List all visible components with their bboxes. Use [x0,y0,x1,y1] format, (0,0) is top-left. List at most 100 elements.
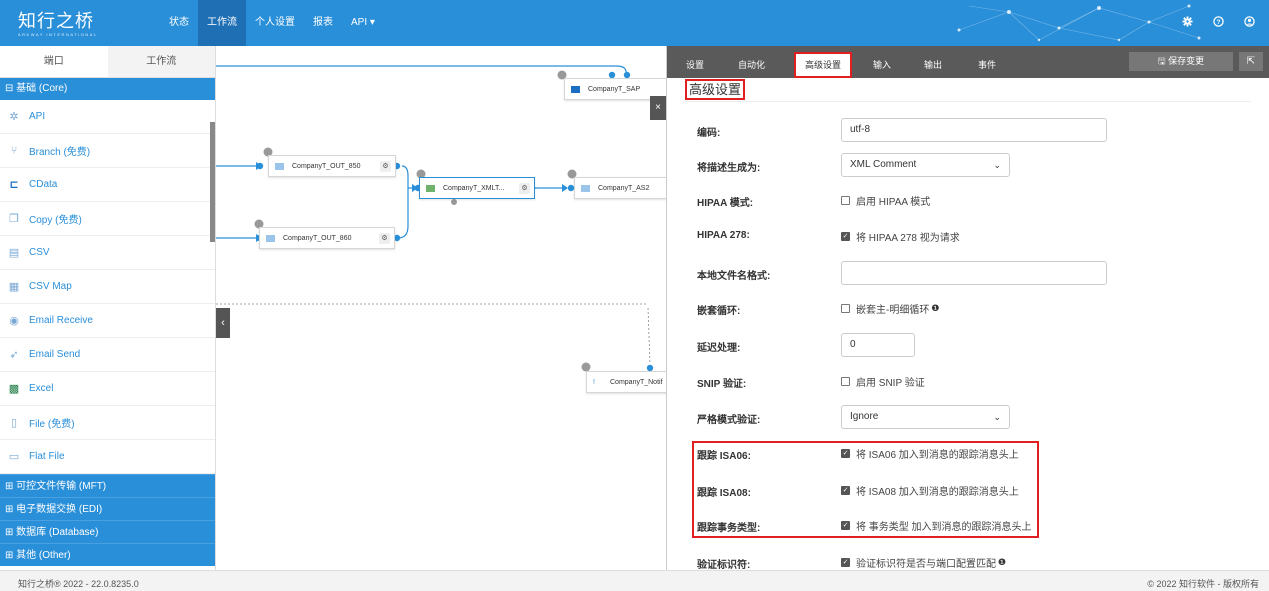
checkbox-box: ✓ [841,557,850,567]
connector-list: ✲ API ⑂ Branch (免费) ⊏ CData ❐ Copy (免费) ▤ CSV ▦ CSV… [0,100,215,474]
category-core[interactable]: ⊟ 基础 (Core) [0,78,215,100]
settings-tab-4[interactable]: 输出 [924,46,942,78]
xml-map-icon [426,184,435,192]
connector-item[interactable]: ➶ Email Send [0,338,215,372]
settings-tab-1[interactable]: 自动化 [738,46,765,78]
connector-item[interactable]: ❐ Copy (免费) [0,202,215,236]
svg-text:?: ? [1217,19,1221,26]
as2-icon [581,184,590,192]
row-delay: 延迟处理: 0 [697,333,1257,357]
node-label: CompanyT_OUT_860 [283,234,352,242]
save-changes-button[interactable]: 🖫 保存变更 [1129,52,1233,71]
row-strict: 严格模式验证: Ignore ⌄ [697,405,1257,429]
close-panel-button[interactable]: × [650,96,666,120]
checkbox-label: 将 ISA08 加入到消息的跟踪消息头上 [856,486,1019,498]
connector-label: Branch (免费) [29,147,91,158]
checkbox-label: 启用 HIPAA 模式 [856,196,931,208]
settings-tab-3[interactable]: 输入 [873,46,891,78]
divider [685,101,1251,102]
encoding-input[interactable]: utf-8 [841,118,1107,142]
connector-label: Flat File [29,451,65,462]
connector-label: Email Receive [29,315,93,326]
help-icon[interactable]: ? [1213,16,1224,30]
track-isa08-checkbox[interactable]: ✓ 将 ISA08 加入到消息的跟踪消息头上 [841,478,1019,502]
checkbox-label: 将 事务类型 加入到消息的跟踪消息头上 [856,521,1032,533]
node-out-850[interactable]: CompanyT_OUT_850 ⚙ [268,155,396,177]
settings-tab-5[interactable]: 事件 [978,46,996,78]
copyright-text: © 2022 知行软件 - 版权所有 [1147,579,1259,589]
local-filename-input[interactable] [841,261,1107,285]
info-icon[interactable]: ❶ [931,303,939,314]
track-isa06-checkbox[interactable]: ✓ 将 ISA06 加入到消息的跟踪消息头上 [841,441,1019,465]
app-logo[interactable]: 知行之桥 ARKWAY INTERNATIONAL [18,7,98,37]
connector-item[interactable]: ▯ File (免费) [0,406,215,440]
connector-item[interactable]: ▤ CSV [0,236,215,270]
node-gear-icon[interactable]: ⚙ [379,233,390,244]
connector-item[interactable]: ◉ Email Receive [0,304,215,338]
file-icon: ▯ [10,417,18,429]
row-hipaa: HIPAA 模式: 启用 HIPAA 模式 [697,188,1257,212]
csv-map-icon: ▦ [8,281,20,293]
gear-icon[interactable] [1182,16,1193,30]
tab-workflow[interactable]: 工作流 [107,46,215,77]
checkbox-box [841,195,850,205]
track-txn-checkbox[interactable]: ✓ 将 事务类型 加入到消息的跟踪消息头上 [841,513,1032,537]
nested-loop-checkbox[interactable]: 嵌套主-明细循环 ❶ [841,296,939,320]
nav-item-1[interactable]: 工作流 [198,0,246,46]
connector-item[interactable]: ▩ Excel [0,372,215,406]
settings-panel: 🖫 保存变更 ⇱ 设置 自动化 高级设置 输入 输出 事件 高级设置 编码: utf-8 … [666,46,1269,571]
connector-item[interactable]: ✲ API [0,100,215,134]
node-out-860[interactable]: CompanyT_OUT_860 ⚙ [259,227,395,249]
row-nested: 嵌套循环: 嵌套主-明细循环 ❶ [697,296,1257,320]
scrollbar[interactable] [210,122,215,242]
node-notif[interactable]: ! CompanyT_Notif [586,371,666,393]
collapse-palette-button[interactable]: ‹ [216,308,230,338]
node-as2[interactable]: CompanyT_AS2 [574,177,666,199]
snip-checkbox[interactable]: 启用 SNIP 验证 [841,369,925,393]
top-icons: ? [1182,0,1255,46]
connector-item[interactable]: ⊏ CData [0,168,215,202]
hipaa-mode-checkbox[interactable]: 启用 HIPAA 模式 [841,188,930,212]
connector-item[interactable]: ⑂ Branch (免费) [0,134,215,168]
strict-mode-select[interactable]: Ignore ⌄ [841,405,1010,429]
category-collapsed[interactable]: ⊞ 可控文件传输 (MFT) [0,474,215,497]
connector-label: API [29,111,46,122]
cdata-icon: ⊏ [9,179,19,191]
connector-item[interactable]: ▭ Flat File [0,440,215,474]
row-isa08: 跟踪 ISA08: ✓ 将 ISA08 加入到消息的跟踪消息头上 [697,478,1257,502]
label: 本地文件名格式: [697,271,771,282]
chevron-down-icon: ⌄ [993,160,1001,170]
workflow-canvas[interactable]: CompanyT_SAP CompanyT_OUT_850 ⚙ CompanyT… [216,46,666,570]
category-collapsed[interactable]: ⊞ 其他 (Other) [0,543,215,566]
nav-item-4[interactable]: API ▾ [342,0,384,46]
category-collapsed[interactable]: ⊞ 数据库 (Database) [0,520,215,543]
nav-item-2[interactable]: 个人设置 [246,0,304,46]
top-navbar: 知行之桥 ARKWAY INTERNATIONAL 状态 工作流 个人设置 报表 API… [0,0,1269,46]
row-local-filename: 本地文件名格式: [697,261,1257,285]
node-gear-icon[interactable]: ⚙ [519,183,530,194]
node-gear-icon[interactable]: ⚙ [380,161,391,172]
info-icon[interactable]: ❶ [998,557,1006,568]
external-link-button[interactable]: ⇱ [1239,52,1263,71]
node-xml-transform[interactable]: CompanyT_XMLT... ⚙ [419,177,535,199]
tab-ports[interactable]: 端口 [0,46,108,77]
delay-input[interactable]: 0 [841,333,915,357]
api-icon: ✲ [9,111,19,123]
row-hipaa278: HIPAA 278: ✓ 将 HIPAA 278 视为请求 [697,224,1257,248]
describe-as-select[interactable]: XML Comment ⌄ [841,153,1010,177]
version-text: 知行之桥® 2022 - 22.0.8235.0 [18,579,139,589]
node-label: CompanyT_XMLT... [443,184,505,192]
user-icon[interactable] [1244,16,1255,30]
checkbox-label: 将 ISA06 加入到消息的跟踪消息头上 [856,449,1019,461]
connector-label: CSV Map [29,281,72,292]
category-collapsed[interactable]: ⊞ 电子数据交换 (EDI) [0,497,215,520]
label: 验证标识符: [697,560,751,571]
label: 跟踪 ISA06: [697,451,751,462]
nav-item-3[interactable]: 报表 [304,0,342,46]
nav-item-0[interactable]: 状态 [160,0,198,46]
settings-tab-2[interactable]: 高级设置 [794,52,853,78]
label: 严格模式验证: [697,415,761,426]
settings-tab-0[interactable]: 设置 [686,46,704,78]
hipaa-278-checkbox[interactable]: ✓ 将 HIPAA 278 视为请求 [841,224,960,248]
connector-item[interactable]: ▦ CSV Map [0,270,215,304]
